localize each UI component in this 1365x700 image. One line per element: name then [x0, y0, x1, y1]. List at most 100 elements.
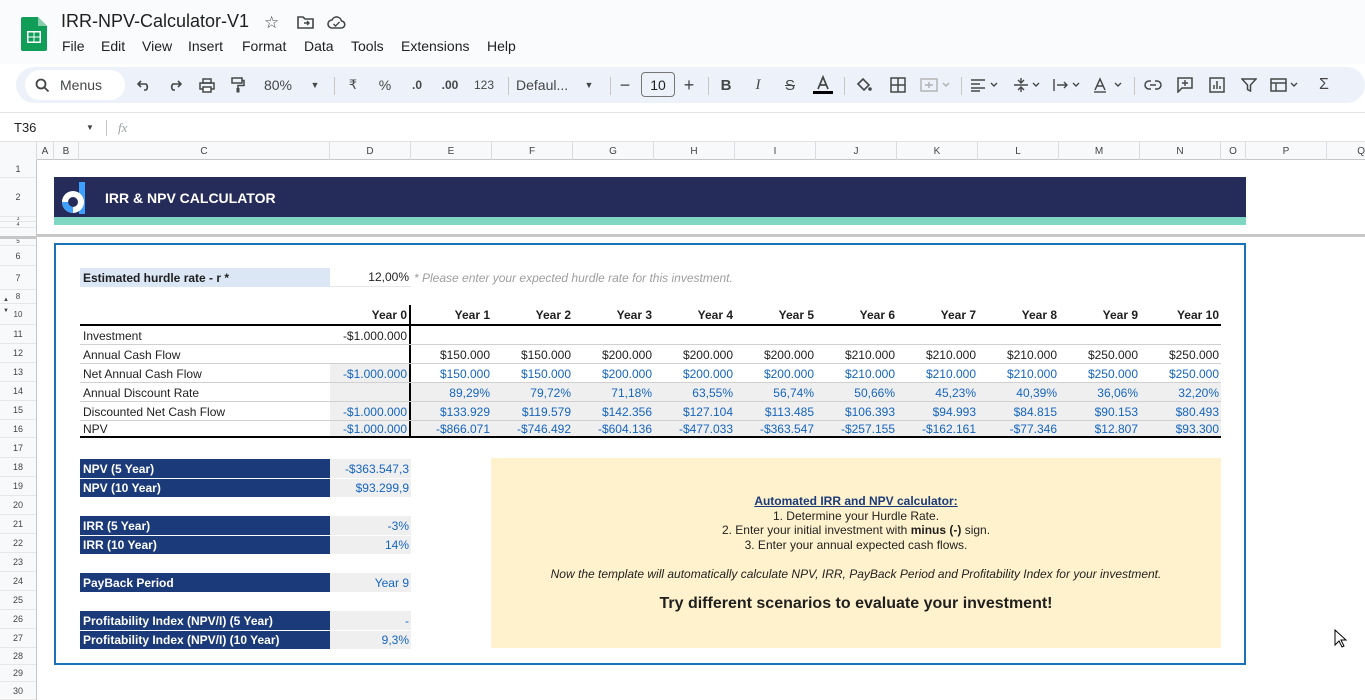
row-header[interactable]: 24 — [0, 572, 36, 591]
investment-year0-input[interactable]: -$1.000.000 — [330, 326, 409, 345]
row-header[interactable]: 30 — [0, 682, 36, 700]
cloud-saved-icon[interactable] — [327, 15, 346, 34]
row-header[interactable]: 13 — [0, 363, 36, 382]
row-header[interactable]: 26 — [0, 610, 36, 629]
row-group-collapse-icon[interactable]: ▼ — [3, 308, 9, 314]
menu-edit[interactable]: Edit — [101, 38, 125, 54]
menu-tools[interactable]: Tools — [351, 38, 384, 54]
fill-color-icon[interactable] — [854, 67, 874, 103]
row-header[interactable]: 12 — [0, 344, 36, 363]
insert-comment-icon[interactable] — [1175, 67, 1195, 103]
row-header[interactable]: 4 — [0, 222, 36, 228]
column-header[interactable]: M — [1059, 142, 1140, 160]
column-header[interactable]: I — [735, 142, 816, 160]
menu-insert[interactable]: Insert — [188, 38, 223, 54]
star-icon[interactable]: ☆ — [264, 13, 279, 33]
cash-flow-input[interactable]: $210.000 — [816, 345, 897, 364]
column-header[interactable]: L — [978, 142, 1059, 160]
document-title[interactable]: IRR-NPV-Calculator-V1 — [61, 11, 249, 32]
cash-flow-input[interactable]: $200.000 — [735, 345, 816, 364]
font-size-input[interactable]: 10 — [641, 72, 675, 97]
font-select[interactable]: Defaul... — [516, 67, 576, 103]
menu-format[interactable]: Format — [242, 38, 286, 54]
name-box[interactable]: T36 ▼ — [0, 113, 104, 142]
select-all-corner[interactable] — [0, 142, 37, 160]
cash-flow-input[interactable]: $150.000 — [411, 345, 492, 364]
menu-file[interactable]: File — [62, 38, 85, 54]
strikethrough-icon[interactable]: S — [780, 67, 800, 103]
text-color-icon[interactable] — [812, 67, 834, 103]
formula-input[interactable] — [140, 115, 1360, 140]
menu-data[interactable]: Data — [304, 38, 334, 54]
cash-flow-input[interactable]: $250.000 — [1140, 345, 1221, 364]
bold-icon[interactable]: B — [716, 67, 736, 103]
column-header[interactable]: A — [37, 142, 54, 160]
more-formats-button[interactable]: 123 — [472, 67, 496, 103]
filter-icon[interactable] — [1239, 67, 1259, 103]
row-header[interactable]: 25 — [0, 591, 36, 610]
decrease-decimal-button[interactable]: .0 — [406, 67, 428, 103]
cash-flow-input[interactable]: $210.000 — [897, 345, 978, 364]
borders-icon[interactable] — [888, 67, 908, 103]
menu-extensions[interactable]: Extensions — [401, 38, 469, 54]
cash-flow-input[interactable]: $250.000 — [1059, 345, 1140, 364]
column-header[interactable]: B — [54, 142, 79, 160]
cash-flow-input[interactable]: $210.000 — [978, 345, 1059, 364]
row-header[interactable]: 5 — [0, 236, 36, 246]
row-header[interactable]: 16 — [0, 420, 36, 438]
filter-views-icon[interactable] — [1268, 67, 1304, 103]
undo-icon[interactable] — [134, 67, 154, 103]
vertical-align-icon[interactable] — [1012, 67, 1046, 103]
move-folder-icon[interactable] — [297, 15, 314, 34]
column-header[interactable]: C — [79, 142, 330, 160]
row-header[interactable]: 19 — [0, 477, 36, 496]
text-wrapping-icon[interactable] — [1052, 67, 1086, 103]
print-icon[interactable] — [196, 67, 218, 103]
zoom-chevron-down-icon[interactable]: ▼ — [308, 67, 322, 103]
increase-decimal-button[interactable]: .00 — [438, 67, 462, 103]
row-header[interactable]: 17 — [0, 438, 36, 458]
paint-format-icon[interactable] — [228, 67, 248, 103]
cash-flow-input[interactable]: $200.000 — [654, 345, 735, 364]
column-header[interactable]: O — [1221, 142, 1246, 160]
column-header[interactable]: J — [816, 142, 897, 160]
row-header[interactable]: 2 — [0, 178, 36, 217]
sheets-logo-icon[interactable] — [21, 17, 47, 51]
zoom-select[interactable]: 80% — [258, 67, 298, 103]
insert-chart-icon[interactable] — [1207, 67, 1227, 103]
row-header[interactable]: 11 — [0, 325, 36, 344]
text-rotation-icon[interactable] — [1092, 67, 1128, 103]
cash-flow-input[interactable]: $200.000 — [573, 345, 654, 364]
row-header[interactable]: 7 — [0, 266, 36, 290]
column-header[interactable]: Q — [1327, 142, 1365, 160]
column-header[interactable]: H — [654, 142, 735, 160]
row-header[interactable]: 22 — [0, 534, 36, 553]
column-header[interactable]: G — [573, 142, 654, 160]
currency-format-button[interactable]: ₹ — [344, 67, 362, 103]
row-header[interactable]: 23 — [0, 553, 36, 572]
row-header[interactable]: 21 — [0, 515, 36, 534]
menu-view[interactable]: View — [142, 38, 172, 54]
italic-icon[interactable]: I — [748, 67, 768, 103]
row-header[interactable]: 29 — [0, 665, 36, 682]
frozen-rows-divider[interactable] — [37, 234, 1365, 237]
row-header[interactable]: 27 — [0, 629, 36, 648]
menu-help[interactable]: Help — [487, 38, 516, 54]
row-header[interactable]: 15 — [0, 401, 36, 420]
decrease-font-size-icon[interactable]: − — [617, 67, 633, 103]
row-header[interactable]: 20 — [0, 496, 36, 515]
column-header[interactable]: F — [492, 142, 573, 160]
row-header[interactable]: 18 — [0, 458, 36, 477]
column-header[interactable]: E — [411, 142, 492, 160]
row-header[interactable]: 14 — [0, 382, 36, 401]
row-header[interactable]: 28 — [0, 648, 36, 665]
column-header[interactable]: D — [330, 142, 411, 160]
search-menus[interactable]: Menus — [25, 70, 125, 100]
merge-cells-icon[interactable] — [919, 67, 953, 103]
row-header[interactable]: 6 — [0, 246, 36, 266]
column-header[interactable]: P — [1246, 142, 1327, 160]
percent-format-button[interactable]: % — [376, 67, 394, 103]
column-header[interactable]: N — [1140, 142, 1221, 160]
hurdle-rate-input[interactable]: 12,00% — [330, 268, 411, 287]
functions-icon[interactable]: Σ — [1314, 67, 1334, 103]
